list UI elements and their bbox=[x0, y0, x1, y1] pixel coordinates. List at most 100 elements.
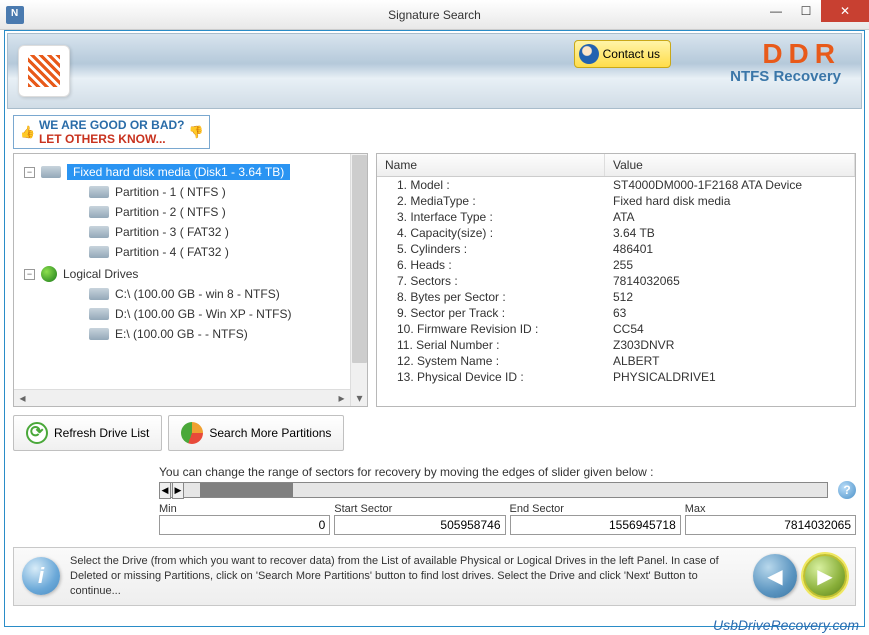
refresh-label: Refresh Drive List bbox=[54, 426, 149, 440]
table-row[interactable]: 13. Physical Device ID :PHYSICALDRIVE1 bbox=[377, 369, 855, 385]
max-input[interactable] bbox=[685, 515, 856, 535]
hard-disk-icon bbox=[89, 308, 109, 320]
search-more-partitions-button[interactable]: Search More Partitions bbox=[168, 415, 344, 451]
next-button[interactable]: ▶ bbox=[803, 554, 847, 598]
property-value: ALBERT bbox=[605, 354, 855, 368]
table-row[interactable]: 7. Sectors :7814032065 bbox=[377, 273, 855, 289]
tree-partition-item[interactable]: Partition - 2 ( NTFS ) bbox=[72, 202, 367, 222]
window-title: Signature Search bbox=[388, 8, 481, 22]
property-name: 4. Capacity(size) : bbox=[377, 226, 605, 240]
previous-button[interactable]: ◀ bbox=[753, 554, 797, 598]
min-input[interactable] bbox=[159, 515, 330, 535]
drive-tree[interactable]: − Fixed hard disk media (Disk1 - 3.64 TB… bbox=[13, 153, 368, 407]
tree-logical-item[interactable]: C:\ (100.00 GB - win 8 - NTFS) bbox=[72, 284, 367, 304]
help-icon[interactable]: ? bbox=[838, 481, 856, 499]
table-row[interactable]: 11. Serial Number :Z303DNVR bbox=[377, 337, 855, 353]
tree-partition-item[interactable]: Partition - 3 ( FAT32 ) bbox=[72, 222, 367, 242]
brand-name: DDR bbox=[730, 38, 841, 70]
partition-label[interactable]: Partition - 3 ( FAT32 ) bbox=[115, 225, 229, 239]
property-name: 12. System Name : bbox=[377, 354, 605, 368]
minimize-button[interactable]: — bbox=[761, 0, 791, 22]
start-sector-input[interactable] bbox=[334, 515, 505, 535]
contact-us-button[interactable]: Contact us bbox=[574, 40, 671, 68]
table-row[interactable]: 5. Cylinders :486401 bbox=[377, 241, 855, 257]
property-name: 9. Sector per Track : bbox=[377, 306, 605, 320]
tree-root-label[interactable]: Fixed hard disk media (Disk1 - 3.64 TB) bbox=[67, 164, 290, 180]
tree-logical-item[interactable]: E:\ (100.00 GB - - NTFS) bbox=[72, 324, 367, 344]
partition-label[interactable]: Partition - 2 ( NTFS ) bbox=[115, 205, 226, 219]
property-value: 3.64 TB bbox=[605, 226, 855, 240]
hard-disk-icon bbox=[89, 288, 109, 300]
table-row[interactable]: 3. Interface Type :ATA bbox=[377, 209, 855, 225]
table-row[interactable]: 12. System Name :ALBERT bbox=[377, 353, 855, 369]
globe-icon bbox=[41, 266, 57, 282]
slider-selected-range[interactable] bbox=[200, 483, 293, 497]
table-row[interactable]: 10. Firmware Revision ID :CC54 bbox=[377, 321, 855, 337]
main-frame: Contact us DDR NTFS Recovery 👍 WE ARE GO… bbox=[4, 30, 865, 627]
banner: Contact us DDR NTFS Recovery bbox=[7, 33, 862, 109]
hard-disk-icon bbox=[89, 206, 109, 218]
slider-right-arrow-icon[interactable]: ▶ bbox=[172, 482, 184, 499]
max-label: Max bbox=[685, 503, 856, 515]
table-row[interactable]: 8. Bytes per Sector :512 bbox=[377, 289, 855, 305]
hard-disk-icon bbox=[89, 246, 109, 258]
logical-drive-label[interactable]: E:\ (100.00 GB - - NTFS) bbox=[115, 327, 248, 341]
app-icon bbox=[6, 6, 24, 24]
logical-drive-label[interactable]: D:\ (100.00 GB - Win XP - NTFS) bbox=[115, 307, 291, 321]
hard-disk-icon bbox=[89, 186, 109, 198]
contact-label: Contact us bbox=[603, 47, 660, 61]
column-header-value[interactable]: Value bbox=[605, 154, 855, 176]
info-icon: i bbox=[22, 557, 60, 595]
tree-partition-item[interactable]: Partition - 1 ( NTFS ) bbox=[72, 182, 367, 202]
property-name: 5. Cylinders : bbox=[377, 242, 605, 256]
tree-vertical-scrollbar[interactable]: ▾ bbox=[350, 154, 367, 406]
property-name: 7. Sectors : bbox=[377, 274, 605, 288]
sector-range-slider[interactable]: ◀ ▶ bbox=[159, 482, 828, 498]
expander-icon[interactable]: − bbox=[24, 269, 35, 280]
watermark: UsbDriveRecovery.com bbox=[713, 617, 859, 633]
property-value: 486401 bbox=[605, 242, 855, 256]
tree-root-disk[interactable]: − Fixed hard disk media (Disk1 - 3.64 TB… bbox=[24, 162, 367, 182]
partition-label[interactable]: Partition - 4 ( FAT32 ) bbox=[115, 245, 229, 259]
property-value: Z303DNVR bbox=[605, 338, 855, 352]
hard-disk-icon bbox=[89, 328, 109, 340]
property-value: 7814032065 bbox=[605, 274, 855, 288]
feedback-button[interactable]: 👍 WE ARE GOOD OR BAD? LET OTHERS KNOW...… bbox=[13, 115, 210, 149]
property-name: 6. Heads : bbox=[377, 258, 605, 272]
logical-drive-label[interactable]: C:\ (100.00 GB - win 8 - NTFS) bbox=[115, 287, 280, 301]
slider-left-arrow-icon[interactable]: ◀ bbox=[159, 482, 171, 499]
tree-logical-item[interactable]: D:\ (100.00 GB - Win XP - NTFS) bbox=[72, 304, 367, 324]
tree-partition-item[interactable]: Partition - 4 ( FAT32 ) bbox=[72, 242, 367, 262]
refresh-icon bbox=[26, 422, 48, 444]
hard-disk-icon bbox=[41, 166, 61, 178]
property-value: ST4000DM000-1F2168 ATA Device bbox=[605, 178, 855, 192]
pie-chart-icon bbox=[181, 422, 203, 444]
thumb-down-icon: 👎 bbox=[189, 125, 204, 139]
property-name: 13. Physical Device ID : bbox=[377, 370, 605, 384]
table-row[interactable]: 4. Capacity(size) :3.64 TB bbox=[377, 225, 855, 241]
table-row[interactable]: 2. MediaType :Fixed hard disk media bbox=[377, 193, 855, 209]
footer-text: Select the Drive (from which you want to… bbox=[70, 554, 743, 599]
search-label: Search More Partitions bbox=[209, 426, 331, 440]
hard-disk-icon bbox=[89, 226, 109, 238]
feedback-line1: WE ARE GOOD OR BAD? bbox=[39, 118, 185, 132]
column-header-name[interactable]: Name bbox=[377, 154, 605, 176]
property-value: 255 bbox=[605, 258, 855, 272]
maximize-button[interactable]: ☐ bbox=[791, 0, 821, 22]
tree-horizontal-scrollbar[interactable]: ◂▸ bbox=[14, 389, 350, 406]
tree-logical-header[interactable]: − Logical Drives bbox=[24, 264, 367, 284]
product-name: NTFS Recovery bbox=[730, 68, 841, 85]
refresh-drive-list-button[interactable]: Refresh Drive List bbox=[13, 415, 162, 451]
property-value: 63 bbox=[605, 306, 855, 320]
property-value: Fixed hard disk media bbox=[605, 194, 855, 208]
thumb-up-icon: 👍 bbox=[20, 125, 35, 139]
end-sector-input[interactable] bbox=[510, 515, 681, 535]
table-row[interactable]: 6. Heads :255 bbox=[377, 257, 855, 273]
partition-label[interactable]: Partition - 1 ( NTFS ) bbox=[115, 185, 226, 199]
logical-drives-label[interactable]: Logical Drives bbox=[63, 267, 138, 281]
expander-icon[interactable]: − bbox=[24, 167, 35, 178]
titlebar: Signature Search — ☐ ✕ bbox=[0, 0, 869, 30]
close-button[interactable]: ✕ bbox=[821, 0, 869, 22]
table-row[interactable]: 9. Sector per Track :63 bbox=[377, 305, 855, 321]
table-row[interactable]: 1. Model :ST4000DM000-1F2168 ATA Device bbox=[377, 177, 855, 193]
